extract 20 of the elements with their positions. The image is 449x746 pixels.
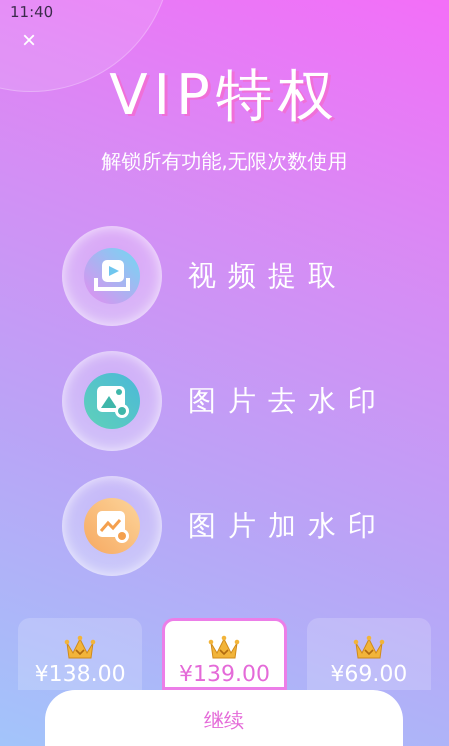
image-icon (82, 371, 142, 431)
subtitle: 解锁所有功能,无限次数使用 (101, 148, 348, 174)
plan-price: ¥138.00 (34, 663, 126, 687)
plan-card[interactable]: ¥69.00 (306, 618, 431, 690)
close-button[interactable]: × (18, 29, 40, 53)
image-icon (82, 496, 142, 556)
page-title: VIP特权 (109, 64, 340, 128)
plan-price: ¥139.00 (179, 663, 270, 687)
plan-price: ¥69.00 (330, 663, 408, 687)
plan-card[interactable]: ¥138.00 (18, 618, 142, 690)
crown-icon (64, 635, 96, 661)
video-download-icon (82, 246, 142, 306)
status-time: 11:40 (10, 3, 54, 21)
continue-button[interactable]: 继续 (45, 690, 403, 746)
crown-icon (352, 635, 385, 661)
feature-label: 图片去水印 (188, 383, 388, 419)
feature-label: 视频提取 (188, 258, 348, 294)
plan-card[interactable]: ¥139.00 (162, 618, 287, 690)
crown-icon (208, 635, 240, 661)
feature-label: 图片加水印 (188, 508, 388, 544)
